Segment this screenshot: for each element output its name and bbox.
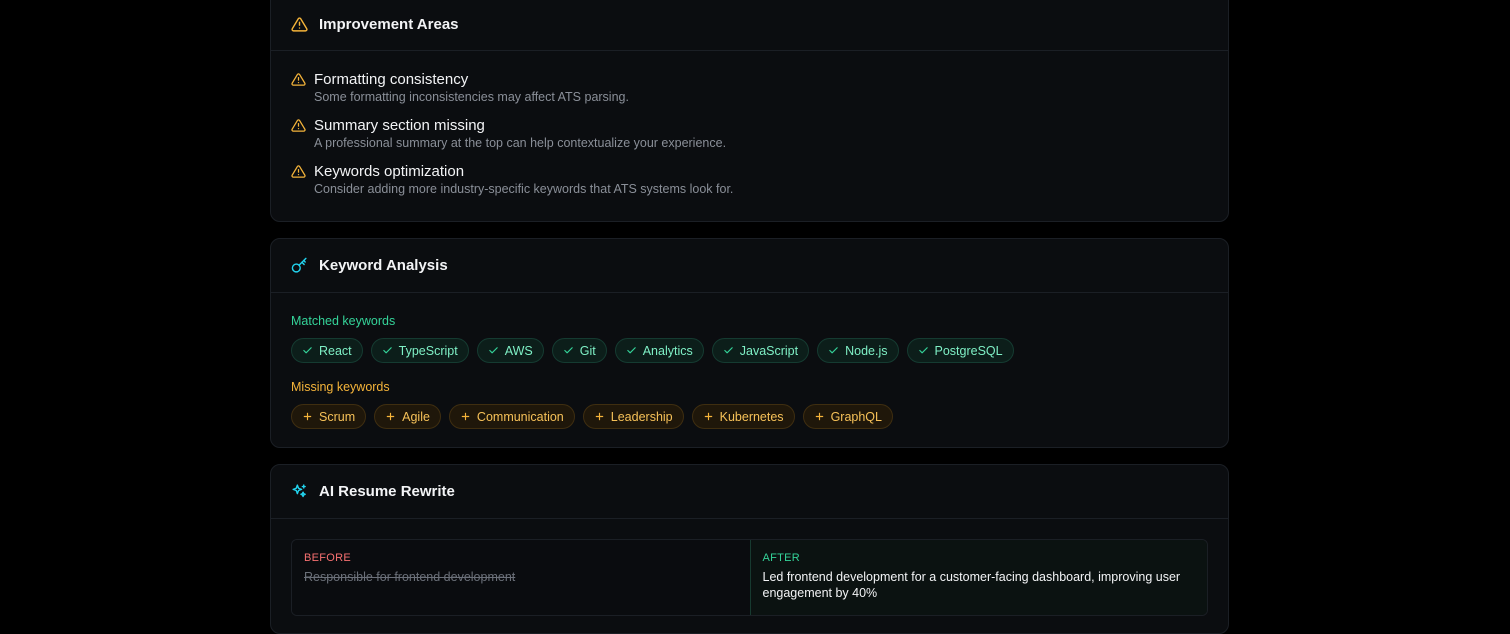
keyword-text: JavaScript [739,343,799,358]
issue-description: Some formatting inconsistencies may affe… [314,90,629,104]
ai-rewrite-card: AI Resume Rewrite BEFORE Responsible for… [270,464,1229,634]
key-icon [291,257,308,274]
plus-icon [594,411,605,422]
missing-keyword-chip: Scrum [291,404,367,429]
after-panel: AFTER Led frontend development for a cus… [749,540,1207,615]
plus-icon [385,411,396,422]
keyword-text: Kubernetes [719,409,784,424]
keyword-analysis-header: Keyword Analysis [271,239,1228,293]
keyword-text: React [319,343,352,358]
missing-keyword-chip: Communication [448,404,575,429]
after-text: Led frontend development for a customer-… [762,570,1181,600]
matched-keywords-list: React TypeScript AWS Git Analytics JavaS… [291,338,1208,363]
ai-rewrite-body: BEFORE Responsible for frontend developm… [271,519,1228,633]
after-label: AFTER [762,552,801,564]
keyword-text: GraphQL [830,409,882,424]
keyword-text: Scrum [319,409,356,424]
improvement-areas-header: Improvement Areas [271,0,1228,51]
matched-keyword-chip: AWS [476,338,544,363]
check-icon [828,345,839,356]
issue-title: Summary section missing [314,117,485,134]
keyword-text: Communication [476,409,564,424]
check-icon [382,345,393,356]
missing-keywords-label: Missing keywords [291,380,390,394]
keyword-analysis-title: Keyword Analysis [319,257,448,274]
keyword-analysis-card: Keyword Analysis Matched keywords React … [270,238,1229,448]
improvement-areas-title: Improvement Areas [319,16,459,33]
check-icon [563,345,574,356]
plus-icon [302,411,313,422]
sparkles-icon [291,483,308,500]
matched-keyword-chip: Git [551,338,607,363]
missing-keyword-chip: GraphQL [802,404,893,429]
plus-icon [460,411,471,422]
issue-item: Summary section missing A professional s… [291,117,1208,151]
warning-triangle-icon [291,72,306,87]
check-icon [723,345,734,356]
improvement-list: Formatting consistency Some formatting i… [271,51,1228,215]
issue-item: Formatting consistency Some formatting i… [291,71,1208,105]
keyword-text: AWS [504,343,533,358]
check-icon [302,345,313,356]
keyword-text: Agile [402,409,430,424]
before-label: BEFORE [304,552,352,564]
keyword-text: Git [579,343,596,358]
plus-icon [703,411,714,422]
warning-triangle-icon [291,164,306,179]
missing-keyword-chip: Agile [374,404,441,429]
issue-description: Consider adding more industry-specific k… [314,182,734,196]
issue-description: A professional summary at the top can he… [314,136,727,150]
ai-rewrite-title: AI Resume Rewrite [319,483,455,500]
matched-keyword-chip: PostgreSQL [906,338,1014,363]
plus-icon [814,411,825,422]
keyword-text: PostgreSQL [934,343,1003,358]
keyword-text: Node.js [845,343,888,358]
ai-rewrite-header: AI Resume Rewrite [271,465,1228,519]
issue-title: Formatting consistency [314,71,469,88]
before-panel: BEFORE Responsible for frontend developm… [292,540,750,615]
warning-triangle-icon [291,118,306,133]
matched-keyword-chip: Node.js [817,338,899,363]
matched-keywords-label: Matched keywords [291,314,396,328]
keyword-text: Analytics [642,343,693,358]
warning-triangle-icon [291,16,308,33]
improvement-areas-card: Improvement Areas Formatting consistency… [270,0,1229,222]
missing-keywords-list: Scrum Agile Communication Leadership Kub… [291,404,1208,429]
matched-keyword-chip: TypeScript [370,338,469,363]
missing-keyword-chip: Kubernetes [691,404,795,429]
keyword-text: TypeScript [398,343,458,358]
before-text: Responsible for frontend development [304,570,516,584]
before-after-comparison: BEFORE Responsible for frontend developm… [291,539,1208,616]
keyword-text: Leadership [610,409,673,424]
matched-keyword-chip: React [291,338,363,363]
keyword-analysis-body: Matched keywords React TypeScript AWS Gi… [271,293,1228,447]
check-icon [918,345,929,356]
matched-keyword-chip: JavaScript [711,338,810,363]
missing-keyword-chip: Leadership [582,404,684,429]
check-icon [488,345,499,356]
issue-title: Keywords optimization [314,163,465,180]
matched-keyword-chip: Analytics [614,338,704,363]
issue-item: Keywords optimization Consider adding mo… [291,163,1208,197]
check-icon [626,345,637,356]
